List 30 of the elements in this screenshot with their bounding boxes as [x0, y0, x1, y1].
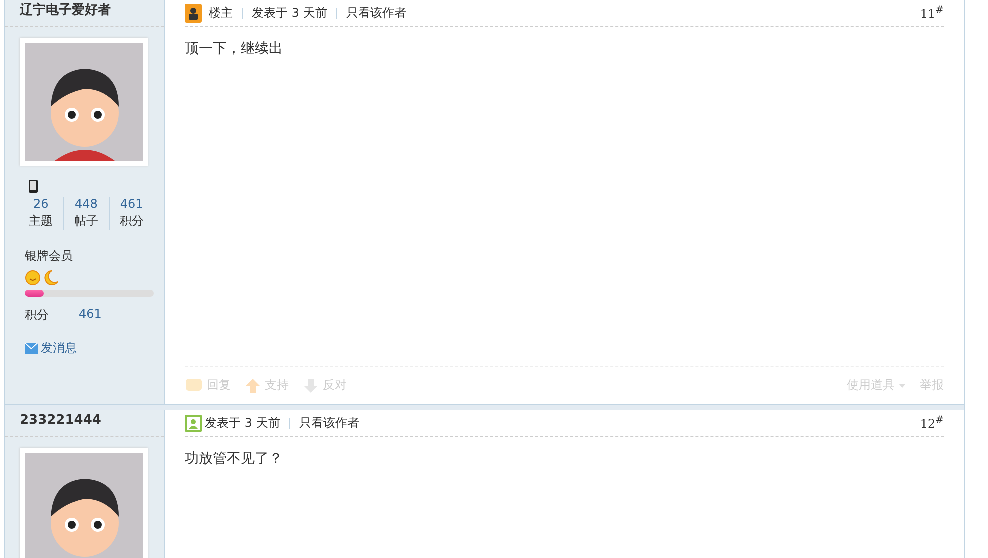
post-content: 功放管不见了？	[185, 450, 284, 468]
points-value: 461	[79, 307, 102, 323]
member-group: 银牌会员	[25, 248, 164, 265]
stat-value[interactable]: 26	[34, 197, 49, 211]
send-message-link[interactable]: 发消息	[25, 340, 164, 357]
post-content: 顶一下，继续出	[185, 40, 284, 58]
only-author-link[interactable]: 只看该作者	[299, 414, 360, 432]
floor-number: 12$^{#}$	[920, 415, 944, 431]
mobile-phone-icon	[29, 180, 38, 193]
user-badge-icon	[185, 414, 202, 432]
user-badge-icon	[185, 4, 202, 22]
envelope-icon	[25, 343, 38, 354]
only-author-link[interactable]: 只看该作者	[346, 4, 406, 22]
stat-label: 帖子	[74, 213, 98, 230]
rank-icons	[25, 270, 59, 286]
thread-starter-label: 楼主	[209, 4, 233, 22]
posted-time: 发表于 3 天前	[252, 4, 328, 22]
down-arrow-icon	[303, 378, 319, 394]
floor-number: 11$^{#}$	[920, 5, 944, 21]
caret-icon	[899, 384, 906, 388]
up-arrow-icon	[245, 378, 261, 394]
stat-value[interactable]: 461	[120, 197, 144, 211]
author-name[interactable]: 233221444	[5, 410, 164, 437]
posted-time: 发表于 3 天前	[205, 414, 280, 432]
stat-value[interactable]: 448	[75, 197, 98, 211]
points-label: 积分	[25, 307, 49, 324]
speech-bubble-icon	[185, 378, 203, 393]
author-name[interactable]: 辽宁电子爱好者	[5, 0, 164, 27]
stat-label: 积分	[120, 213, 144, 230]
stat-label: 主题	[29, 213, 54, 230]
